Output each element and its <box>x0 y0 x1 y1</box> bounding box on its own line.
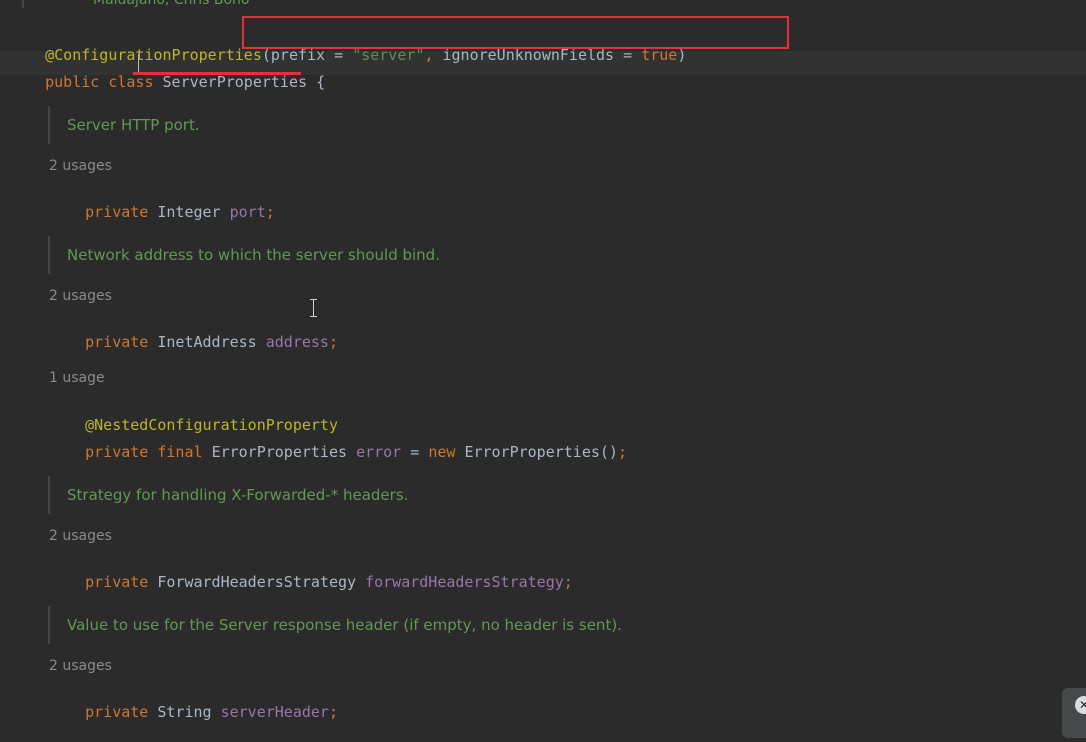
javadoc-block: Value to use for the Server response hea… <box>48 606 622 644</box>
ibeam-cursor-icon <box>309 299 319 317</box>
field-name: address <box>265 333 329 351</box>
field-name: forwardHeadersStrategy <box>365 573 564 591</box>
keyword-class: class <box>108 73 154 91</box>
javadoc-text: Network address to which the server shou… <box>67 246 440 264</box>
usages-hint[interactable]: 2 usages <box>49 287 112 305</box>
field-type: InetAddress <box>157 333 257 351</box>
open-brace: { <box>316 73 326 91</box>
usages-hint[interactable]: 1 usage <box>49 369 105 387</box>
semicolon: ; <box>328 333 338 351</box>
keyword-final: final <box>157 443 203 461</box>
field-type: ForwardHeadersStrategy <box>157 573 357 591</box>
doc-comment-rule <box>22 0 24 8</box>
field-declaration[interactable]: private String serverHeader; <box>49 682 338 742</box>
modifier: private <box>85 333 149 351</box>
constructor-call: ErrorProperties() <box>464 443 618 461</box>
field-type: Integer <box>157 203 221 221</box>
semicolon: ; <box>563 573 573 591</box>
class-name: ServerProperties <box>162 73 308 91</box>
close-x-icon: ✕ <box>1075 696 1086 714</box>
field-declaration[interactable]: private Integer port; <box>49 182 275 242</box>
equals: = <box>401 443 429 461</box>
javadoc-text: Value to use for the Server response hea… <box>67 616 622 634</box>
javadoc-block: Strategy for handling X-Forwarded-* head… <box>48 476 408 514</box>
keyword-new: new <box>428 443 456 461</box>
semicolon: ; <box>617 443 627 461</box>
field-declaration[interactable]: private ForwardHeadersStrategy forwardHe… <box>49 552 573 612</box>
javadoc-block: Network address to which the server shou… <box>48 236 440 274</box>
field-declaration[interactable]: private InetAddress address; <box>49 312 338 372</box>
field-name: serverHeader <box>220 703 329 721</box>
javadoc-block: Server HTTP port. <box>48 106 200 144</box>
javadoc-text: Server HTTP port. <box>67 116 200 134</box>
modifier: private <box>85 573 149 591</box>
field-name: error <box>356 443 402 461</box>
keyword-public: public <box>45 73 100 91</box>
field-type: ErrorProperties <box>211 443 348 461</box>
semicolon: ; <box>328 703 338 721</box>
modifier: private <box>85 443 149 461</box>
doc-author-line: Maldajano, Chris Bono <box>93 0 250 8</box>
field-type: String <box>157 703 212 721</box>
modifier: private <box>85 203 149 221</box>
field-name: port <box>229 203 266 221</box>
modifier: private <box>85 703 149 721</box>
floating-tool-button[interactable]: ✕ <box>1062 688 1086 738</box>
usages-hint[interactable]: 2 usages <box>49 157 112 175</box>
usages-hint[interactable]: 2 usages <box>49 657 112 675</box>
text-caret <box>138 54 139 72</box>
field-declaration[interactable]: private final ErrorProperties error = ne… <box>49 422 627 482</box>
javadoc-text: Strategy for handling X-Forwarded-* head… <box>67 486 409 504</box>
class-declaration-line[interactable]: public class ServerProperties { <box>9 52 325 112</box>
highlight-box <box>242 16 789 49</box>
highlight-underline <box>133 72 301 75</box>
usages-hint[interactable]: 2 usages <box>49 527 112 545</box>
code-editor[interactable]: Maldajano, Chris Bono @ConfigurationProp… <box>0 0 1086 738</box>
semicolon: ; <box>265 203 275 221</box>
